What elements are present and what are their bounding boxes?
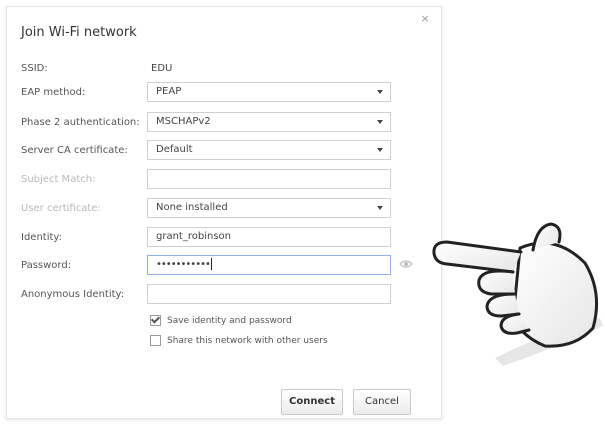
phase2-auth-select[interactable]: MSCHAPv2 bbox=[147, 112, 391, 132]
phase2-auth-value: MSCHAPv2 bbox=[156, 116, 211, 127]
eye-icon[interactable] bbox=[399, 259, 413, 269]
user-certificate-value: None installed bbox=[156, 202, 228, 213]
dropdown-arrow-icon bbox=[377, 148, 383, 152]
dropdown-arrow-icon bbox=[377, 120, 383, 124]
user-certificate-select[interactable]: None installed bbox=[147, 198, 391, 218]
identity-label: Identity: bbox=[21, 232, 62, 243]
dialog-title: Join Wi-Fi network bbox=[21, 25, 137, 40]
eap-method-value: PEAP bbox=[156, 86, 182, 97]
eap-method-label: EAP method: bbox=[21, 87, 86, 98]
password-input[interactable]: ••••••••••• bbox=[147, 255, 391, 275]
dropdown-arrow-icon bbox=[377, 206, 383, 210]
server-ca-select[interactable]: Default bbox=[147, 140, 391, 160]
join-wifi-dialog: Join Wi-Fi network × SSID: EDU EAP metho… bbox=[6, 6, 442, 419]
dropdown-arrow-icon bbox=[377, 90, 383, 94]
close-icon[interactable]: × bbox=[419, 13, 431, 25]
share-network-checkbox[interactable] bbox=[150, 335, 161, 346]
anonymous-identity-input[interactable] bbox=[147, 284, 391, 304]
pointing-hand-icon bbox=[432, 222, 603, 366]
anonymous-identity-label: Anonymous Identity: bbox=[21, 289, 125, 300]
password-value: ••••••••••• bbox=[156, 259, 211, 270]
share-network-label: Share this network with other users bbox=[167, 336, 328, 346]
share-network-checkbox-row[interactable]: Share this network with other users bbox=[150, 335, 328, 346]
cancel-button[interactable]: Cancel bbox=[353, 389, 411, 415]
phase2-auth-label: Phase 2 authentication: bbox=[21, 117, 140, 128]
connect-button[interactable]: Connect bbox=[281, 389, 343, 415]
eap-method-select[interactable]: PEAP bbox=[147, 82, 391, 102]
user-certificate-label: User certificate: bbox=[21, 203, 101, 214]
ssid-value: EDU bbox=[151, 63, 173, 74]
server-ca-label: Server CA certificate: bbox=[21, 145, 128, 156]
save-identity-checkbox[interactable] bbox=[150, 314, 161, 326]
save-identity-label: Save identity and password bbox=[167, 316, 292, 326]
subject-match-input[interactable] bbox=[147, 169, 391, 189]
server-ca-value: Default bbox=[156, 144, 193, 155]
save-identity-checkbox-row[interactable]: Save identity and password bbox=[150, 314, 292, 326]
subject-match-label: Subject Match: bbox=[21, 174, 96, 185]
identity-input[interactable]: grant_robinson bbox=[147, 227, 391, 247]
password-label: Password: bbox=[21, 260, 72, 271]
ssid-label: SSID: bbox=[21, 63, 48, 74]
text-cursor bbox=[210, 258, 212, 270]
check-icon bbox=[150, 314, 161, 324]
